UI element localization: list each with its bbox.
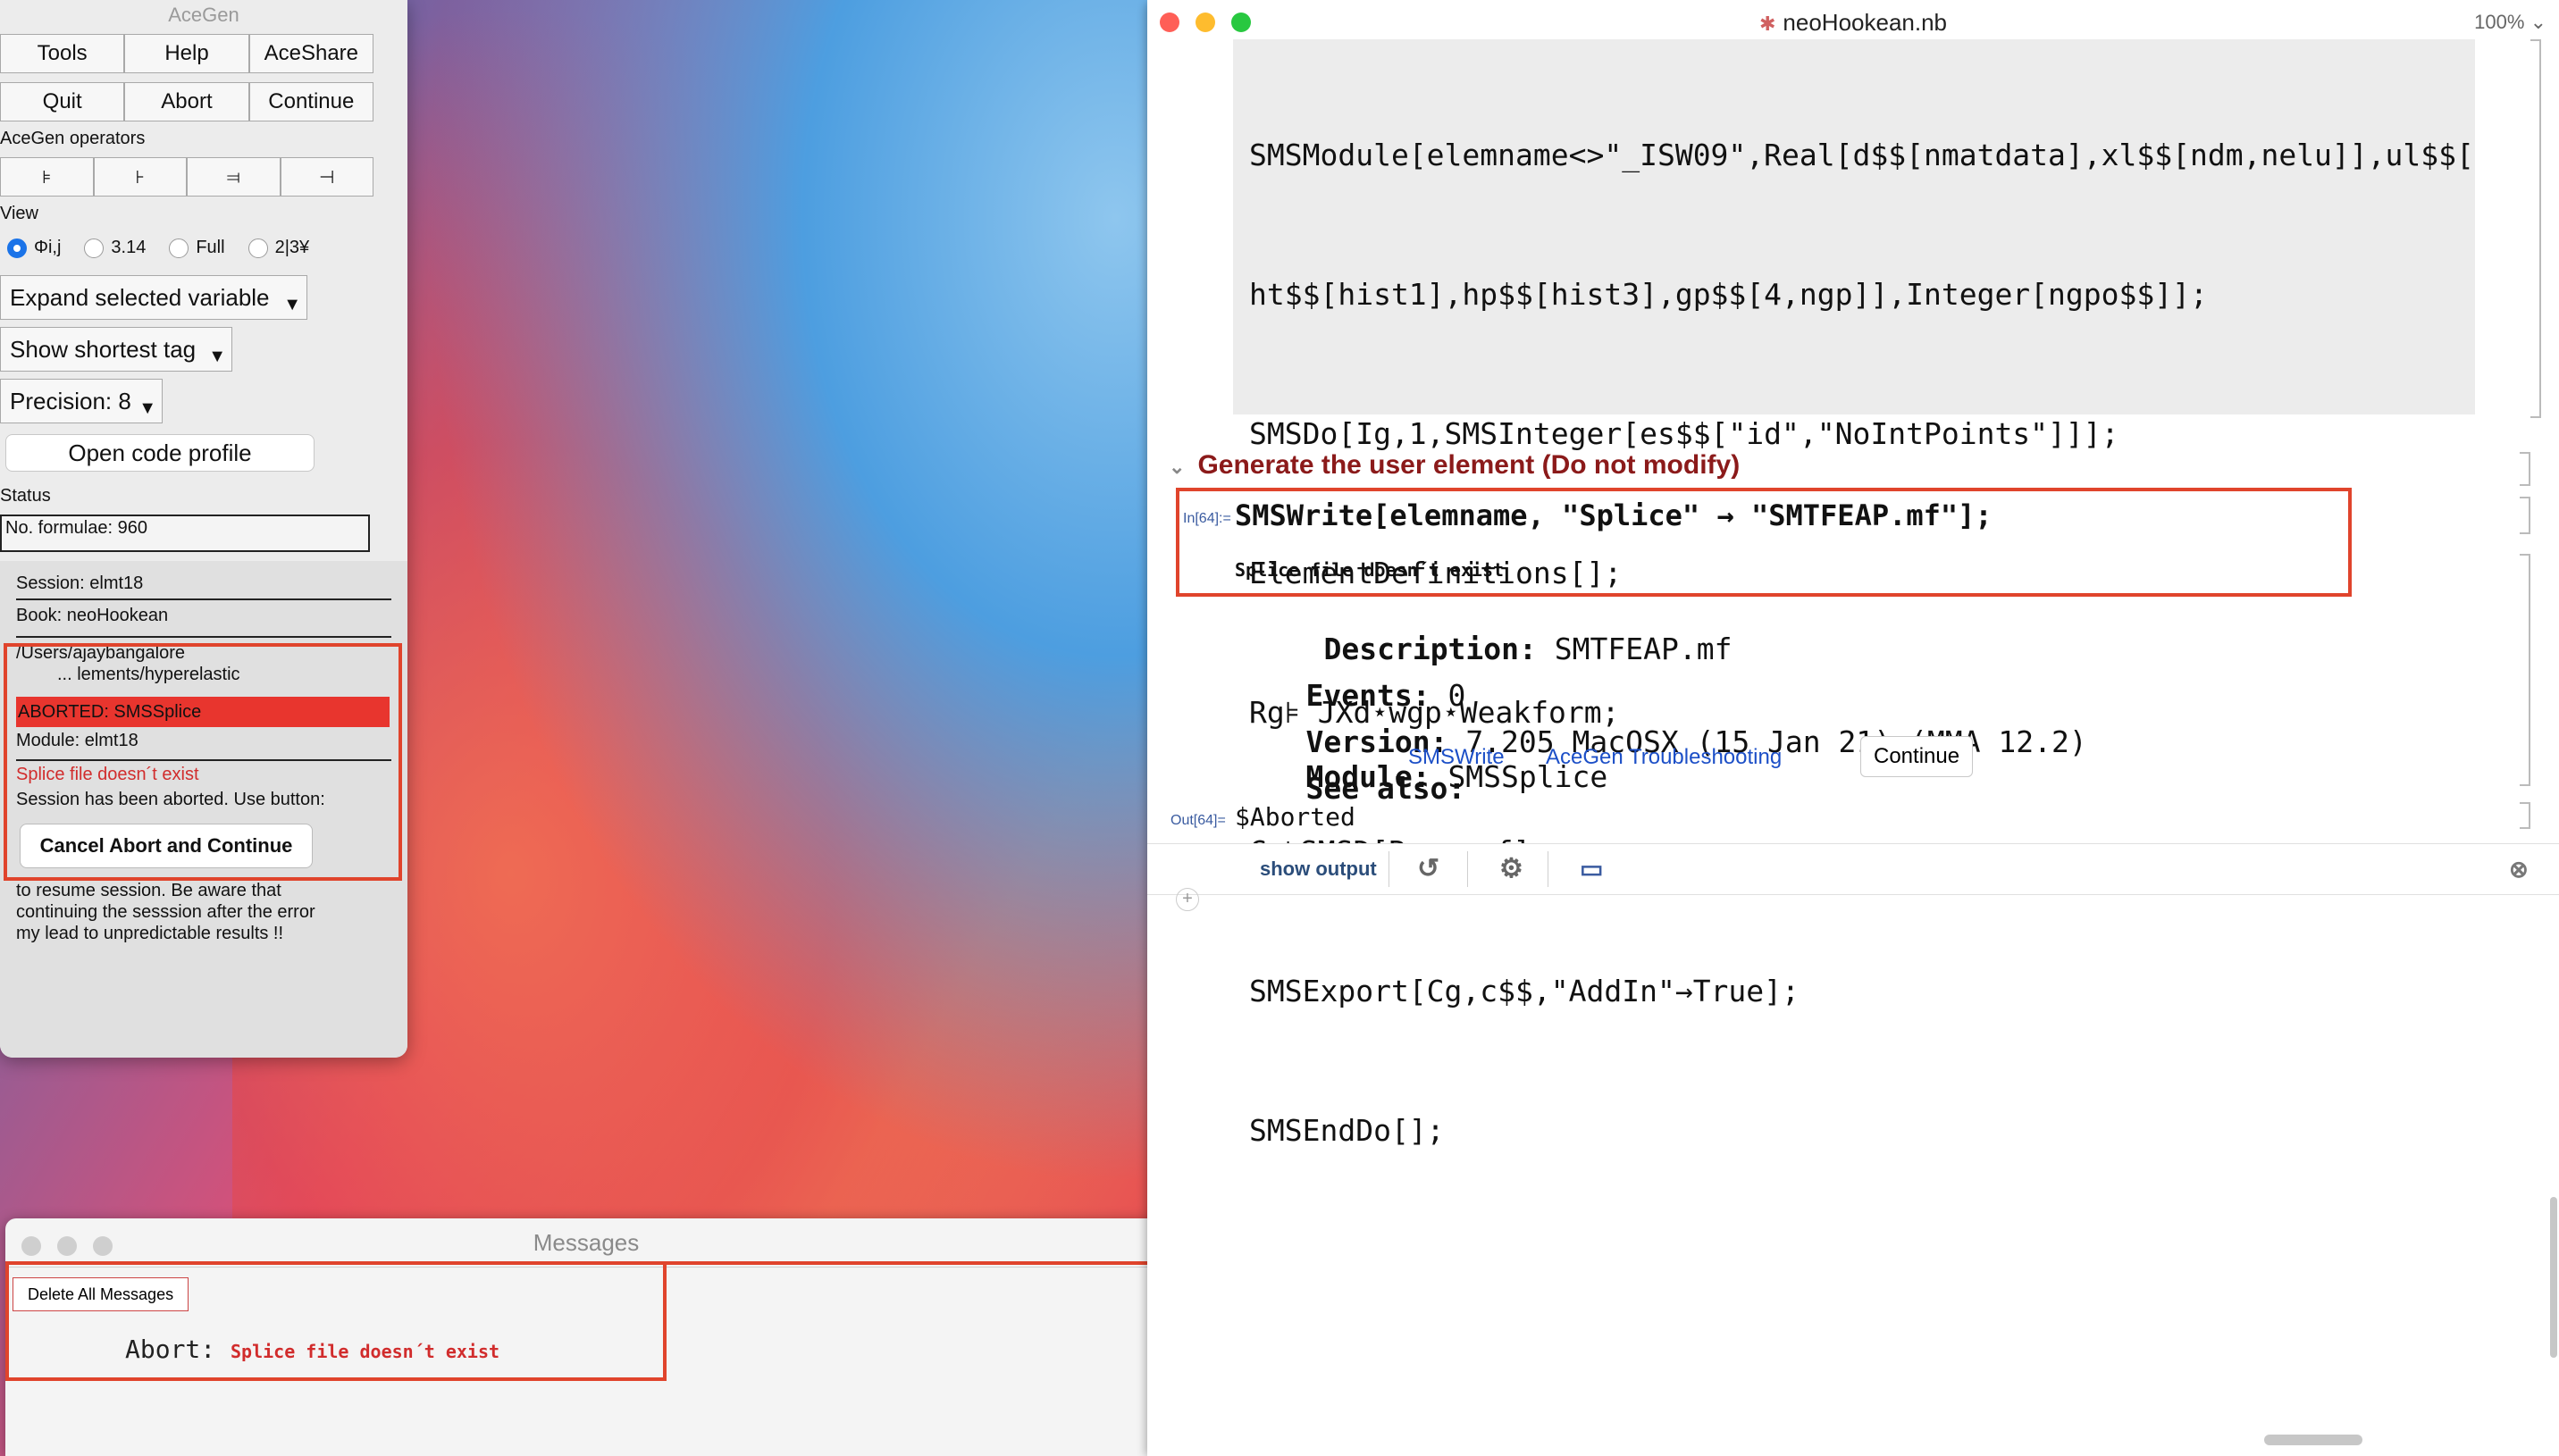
cell-bracket[interactable] bbox=[2520, 554, 2530, 786]
messages-title: Messages bbox=[533, 1229, 640, 1256]
output-label: Out[64]= bbox=[1170, 813, 1226, 828]
button-row-1: Tools Help AceShare bbox=[0, 34, 373, 73]
code-line: SMSEndDo[]; bbox=[1249, 1113, 1445, 1148]
notebook-file-icon: ✱ bbox=[1758, 13, 1776, 35]
refresh-icon[interactable]: ↺ bbox=[1417, 844, 1439, 894]
radio-icon bbox=[248, 238, 268, 258]
vertical-scrollbar[interactable] bbox=[2550, 1197, 2557, 1358]
close-icon[interactable] bbox=[21, 1236, 41, 1256]
highlight-box bbox=[5, 1261, 667, 1381]
expand-variable-dropdown[interactable]: Expand selected variable ▼ bbox=[0, 275, 307, 320]
gear-icon[interactable]: ⚙ bbox=[1499, 844, 1523, 894]
view-options: Φi,j 3.14 Full 2|3¥ bbox=[7, 238, 309, 258]
divider bbox=[16, 598, 391, 600]
operators-label: AceGen operators bbox=[0, 129, 146, 148]
button-row-2: Quit Abort Continue bbox=[0, 82, 373, 121]
operator-button-3[interactable]: ⫤ bbox=[187, 157, 281, 197]
continue-button[interactable]: Continue bbox=[1860, 736, 1974, 777]
radio-selected-icon bbox=[7, 238, 27, 258]
show-output-button[interactable]: show output bbox=[1260, 844, 1377, 894]
open-code-profile-button[interactable]: Open code profile bbox=[5, 434, 315, 472]
zoom-icon[interactable] bbox=[1231, 13, 1251, 32]
comment-icon[interactable]: ▭ bbox=[1580, 844, 1603, 894]
chevron-down-icon: ▼ bbox=[283, 295, 301, 314]
messages-window: Messages Delete All Messages Abort: Spli… bbox=[5, 1218, 1167, 1456]
chevron-down-icon: ▼ bbox=[208, 347, 226, 366]
note-line-2: continuing the sesssion after the error bbox=[16, 902, 315, 922]
highlight-box bbox=[1176, 488, 2352, 597]
chevron-down-icon: ▼ bbox=[138, 398, 156, 418]
highlight-line bbox=[667, 1261, 1167, 1265]
precision-dropdown[interactable]: Precision: 8 ▼ bbox=[0, 379, 163, 423]
close-icon[interactable] bbox=[1160, 13, 1179, 32]
palette-title: AceGen bbox=[168, 4, 239, 26]
messages-titlebar: Messages bbox=[5, 1218, 1167, 1268]
tools-button[interactable]: Tools bbox=[0, 34, 125, 73]
cell-bracket[interactable] bbox=[2520, 497, 2530, 534]
notebook-title: neoHookean.nb bbox=[1783, 9, 1948, 36]
notebook-window: ✱ neoHookean.nb 100% ⌄ SMSModule[elemname… bbox=[1147, 0, 2559, 1456]
radio-icon bbox=[84, 238, 105, 258]
view-label: View bbox=[0, 204, 38, 223]
cell-toolbar: show output ↺ ⚙ ▭ ⊗ bbox=[1147, 843, 2559, 895]
status-label: Status bbox=[0, 486, 51, 506]
minimize-icon[interactable] bbox=[1196, 13, 1215, 32]
cell-bracket[interactable] bbox=[2520, 802, 2530, 829]
abort-button[interactable]: Abort bbox=[124, 82, 249, 121]
view-option-numeric[interactable]: 3.14 bbox=[84, 238, 146, 258]
zoom-level[interactable]: 100% ⌄ bbox=[2474, 0, 2546, 45]
zoom-icon[interactable] bbox=[93, 1236, 113, 1256]
operators-row: ⊧ ⊦ ⫤ ⊣ bbox=[0, 157, 373, 197]
aceshare-button[interactable]: AceShare bbox=[248, 34, 373, 73]
cell-bracket[interactable] bbox=[2530, 39, 2541, 418]
continue-button[interactable]: Continue bbox=[248, 82, 373, 121]
add-cell-icon[interactable]: + bbox=[1176, 888, 1199, 911]
section-heading[interactable]: ⌄ Generate the user element (Do not modif… bbox=[1169, 450, 1740, 481]
radio-icon bbox=[169, 238, 189, 258]
divider bbox=[16, 636, 391, 638]
shortest-tag-dropdown[interactable]: Show shortest tag ▼ bbox=[0, 327, 232, 372]
operator-button-4[interactable]: ⊣ bbox=[280, 157, 373, 197]
output-value[interactable]: $Aborted bbox=[1235, 802, 1355, 832]
chevron-down-icon[interactable]: ⌄ bbox=[1169, 456, 1185, 478]
session-name: Session: elmt18 bbox=[16, 573, 144, 593]
cell-bracket[interactable] bbox=[2520, 452, 2530, 486]
horizontal-scrollbar[interactable] bbox=[2264, 1435, 2362, 1445]
highlight-box bbox=[4, 643, 402, 881]
note-line-3: my lead to unpredictable results !! bbox=[16, 924, 284, 943]
code-line: SMSModule[elemname<>"_ISW09",Real[d$$[nm… bbox=[1249, 138, 2473, 172]
operator-button-2[interactable]: ⊦ bbox=[93, 157, 187, 197]
acegen-palette: AceGen Tools Help AceShare Quit Abort Co… bbox=[0, 0, 407, 1058]
see-also-smswrite-link[interactable]: SMSWrite bbox=[1408, 745, 1505, 770]
code-line: ht$$[hist1],hp$$[hist3],gp$$[4,ngp]],Int… bbox=[1249, 277, 2208, 312]
view-option-tag[interactable]: 2|3¥ bbox=[248, 238, 309, 258]
help-button[interactable]: Help bbox=[124, 34, 249, 73]
view-option-symbolic[interactable]: Φi,j bbox=[7, 238, 61, 258]
quit-button[interactable]: Quit bbox=[0, 82, 125, 121]
book-name: Book: neoHookean bbox=[16, 606, 169, 625]
view-option-full[interactable]: Full bbox=[169, 238, 225, 258]
divider bbox=[1467, 851, 1468, 887]
see-also-troubleshooting-link[interactable]: AceGen Troubleshooting bbox=[1546, 745, 1782, 770]
operator-button-1[interactable]: ⊧ bbox=[0, 157, 94, 197]
note-line-1: to resume session. Be aware that bbox=[16, 881, 281, 900]
close-icon[interactable]: ⊗ bbox=[2509, 844, 2529, 894]
code-line: SMSExport[Cg,c$$,"AddIn"→True]; bbox=[1249, 974, 1800, 1008]
minimize-icon[interactable] bbox=[57, 1236, 77, 1256]
status-field: No. formulae: 960 bbox=[0, 515, 370, 552]
